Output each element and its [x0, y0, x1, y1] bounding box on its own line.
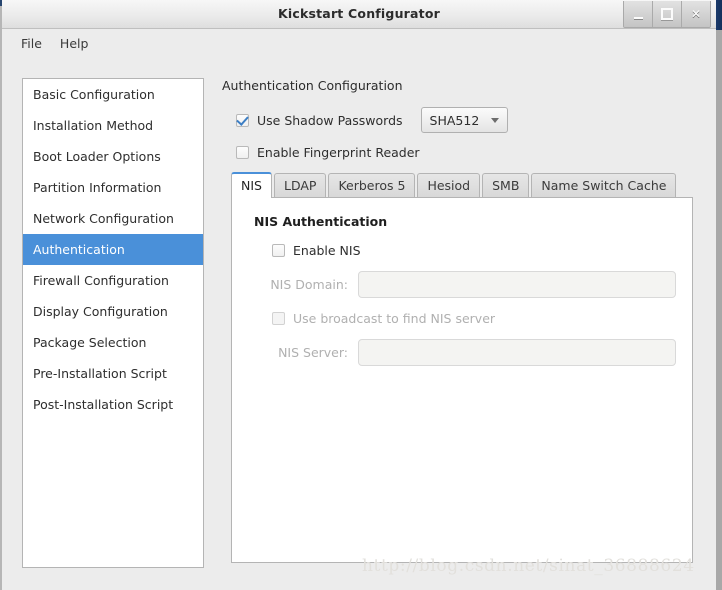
hash-algorithm-select[interactable]: SHA512: [420, 107, 509, 133]
sidebar-item-post-installation-script[interactable]: Post-Installation Script: [23, 389, 203, 420]
sidebar-item-boot-loader-options[interactable]: Boot Loader Options: [23, 141, 203, 172]
tab-name-switch-cache[interactable]: Name Switch Cache: [531, 173, 677, 197]
nis-server-row: NIS Server:: [250, 339, 676, 366]
auth-tab-bar: NIS LDAP Kerberos 5 Hesiod SMB Name Swit…: [231, 172, 696, 198]
sidebar-item-pre-installation-script[interactable]: Pre-Installation Script: [23, 358, 203, 389]
enable-nis-checkbox[interactable]: [272, 244, 285, 257]
tab-kerberos-5[interactable]: Kerberos 5: [328, 173, 416, 197]
chevron-down-icon: [491, 117, 500, 123]
use-shadow-passwords-label: Use Shadow Passwords: [257, 112, 403, 128]
sidebar-item-package-selection[interactable]: Package Selection: [23, 327, 203, 358]
menu-item-file[interactable]: File: [12, 33, 51, 54]
sidebar-item-firewall-configuration[interactable]: Firewall Configuration: [23, 265, 203, 296]
authentication-panel: Authentication Configuration Use Shadow …: [220, 78, 696, 578]
window-title: Kickstart Configurator: [278, 6, 440, 21]
menu-item-help[interactable]: Help: [51, 33, 98, 54]
sidebar-item-display-configuration[interactable]: Display Configuration: [23, 296, 203, 327]
window-frame-right: [716, 30, 722, 590]
fingerprint-reader-row: Enable Fingerprint Reader: [236, 145, 696, 160]
tab-smb[interactable]: SMB: [482, 173, 530, 197]
nis-server-label: NIS Server:: [278, 345, 348, 360]
nis-section-title: NIS Authentication: [254, 214, 388, 229]
tab-ldap[interactable]: LDAP: [273, 173, 327, 197]
maximize-button[interactable]: [653, 1, 682, 27]
nis-server-input[interactable]: [358, 339, 676, 366]
shadow-passwords-row: Use Shadow Passwords SHA512: [236, 107, 696, 133]
enable-fingerprint-reader-checkbox[interactable]: [236, 146, 249, 159]
maximize-icon: [661, 8, 673, 20]
hash-algorithm-value: SHA512: [429, 112, 480, 128]
window-controls: ✕: [623, 1, 711, 28]
use-shadow-passwords-checkbox[interactable]: [236, 113, 249, 127]
enable-fingerprint-reader-label: Enable Fingerprint Reader: [257, 145, 420, 160]
close-button[interactable]: ✕: [682, 1, 710, 27]
sidebar-item-authentication[interactable]: Authentication: [23, 234, 203, 265]
enable-nis-row: Enable NIS: [272, 243, 676, 258]
use-broadcast-checkbox[interactable]: [272, 312, 285, 325]
nis-domain-row: NIS Domain:: [250, 271, 676, 298]
sidebar-item-basic-configuration[interactable]: Basic Configuration: [23, 79, 203, 110]
nis-tab-panel: NIS Authentication Enable NIS NIS Domain…: [231, 197, 693, 563]
application-window: Kickstart Configurator ✕ File Help Basic…: [0, 0, 722, 590]
sidebar-item-network-configuration[interactable]: Network Configuration: [23, 203, 203, 234]
tab-nis[interactable]: NIS: [231, 172, 272, 198]
minimize-icon: [633, 16, 643, 19]
sidebar-item-partition-information[interactable]: Partition Information: [23, 172, 203, 203]
use-broadcast-label: Use broadcast to find NIS server: [293, 311, 496, 326]
minimize-button[interactable]: [624, 1, 653, 27]
sidebar-item-installation-method[interactable]: Installation Method: [23, 110, 203, 141]
tab-hesiod[interactable]: Hesiod: [417, 173, 481, 197]
nis-domain-label: NIS Domain:: [270, 277, 348, 292]
menu-bar: File Help: [2, 29, 716, 58]
close-icon: ✕: [690, 7, 702, 21]
title-bar[interactable]: Kickstart Configurator ✕: [2, 0, 716, 29]
enable-nis-label: Enable NIS: [293, 243, 361, 258]
nis-domain-input[interactable]: [358, 271, 676, 298]
nis-broadcast-row: Use broadcast to find NIS server: [272, 311, 676, 326]
window-body: Basic Configuration Installation Method …: [2, 58, 716, 590]
navigation-sidebar: Basic Configuration Installation Method …: [22, 78, 204, 568]
window-frame-right-accent: [716, 0, 722, 30]
page-title: Authentication Configuration: [222, 78, 403, 93]
